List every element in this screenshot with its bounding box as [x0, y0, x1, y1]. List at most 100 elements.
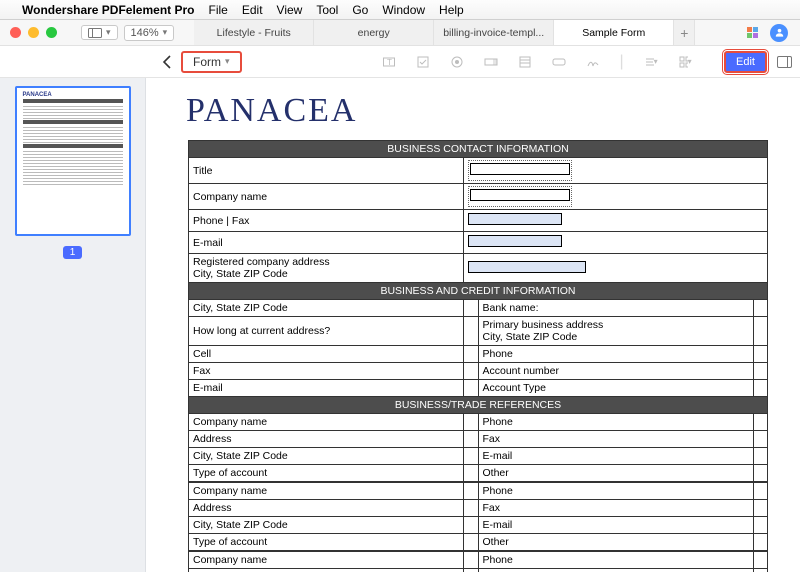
form-field[interactable] — [753, 431, 768, 448]
form-field[interactable] — [464, 465, 479, 483]
menu-go[interactable]: Go — [352, 3, 368, 17]
radio-tool-icon[interactable] — [450, 55, 464, 69]
listbox-tool-icon[interactable] — [518, 55, 532, 69]
form-field[interactable] — [464, 232, 768, 254]
signature-tool-icon[interactable] — [586, 55, 600, 69]
page-thumbnail[interactable]: PANACEA — [15, 86, 131, 236]
menu-window[interactable]: Window — [382, 3, 425, 17]
field-label: Phone — [478, 482, 753, 500]
menu-tool[interactable]: Tool — [316, 3, 338, 17]
tab-label: Sample Form — [582, 27, 645, 39]
field-label: Bank name: — [478, 300, 753, 317]
form-field[interactable] — [464, 184, 768, 210]
tab-label: billing-invoice-templ... — [443, 27, 544, 39]
tab-lifestyle[interactable]: Lifestyle - Fruits — [194, 20, 314, 45]
tab-billing[interactable]: billing-invoice-templ... — [434, 20, 554, 45]
form-field[interactable] — [753, 569, 768, 572]
textfield-tool-icon[interactable]: T — [382, 55, 396, 69]
field-label: Phone — [478, 551, 753, 569]
apps-grid-icon[interactable] — [747, 27, 758, 38]
form-field[interactable] — [753, 346, 768, 363]
mode-dropdown[interactable]: Form ▾ — [181, 51, 242, 73]
field-label: City, State ZIP Code — [189, 517, 464, 534]
form-field[interactable] — [753, 517, 768, 534]
tab-label: Lifestyle - Fruits — [217, 27, 291, 39]
pdf-page: PANACEA BUSINESS CONTACT INFORMATION Tit… — [146, 78, 800, 572]
more-tools-icon[interactable]: ▾ — [678, 55, 692, 69]
menu-view[interactable]: View — [277, 3, 303, 17]
field-label: Company name — [189, 414, 464, 431]
field-label: E-mail — [478, 448, 753, 465]
close-window-button[interactable] — [10, 27, 21, 38]
form-field[interactable] — [464, 210, 768, 232]
menu-edit[interactable]: Edit — [242, 3, 263, 17]
tab-label: energy — [358, 27, 390, 39]
button-tool-icon[interactable] — [552, 55, 566, 69]
section-header: BUSINESS/TRADE REFERENCES — [189, 397, 768, 414]
svg-text:T: T — [387, 58, 392, 67]
form-field[interactable] — [753, 500, 768, 517]
form-tool-icons: T | ▾ ▾ — [382, 53, 692, 71]
form-field[interactable] — [464, 534, 479, 552]
toggle-panel-icon[interactable] — [777, 56, 792, 68]
form-field[interactable] — [753, 380, 768, 397]
combobox-tool-icon[interactable] — [484, 55, 498, 69]
checkbox-tool-icon[interactable] — [416, 55, 430, 69]
form-field[interactable] — [464, 363, 479, 380]
form-field[interactable] — [464, 158, 768, 184]
back-button[interactable] — [154, 55, 179, 69]
field-label: E-mail — [189, 380, 464, 397]
field-label: Address — [189, 500, 464, 517]
sidebar-icon — [88, 28, 102, 38]
edit-button[interactable]: Edit — [724, 51, 767, 73]
form-field[interactable] — [464, 317, 479, 346]
form-field[interactable] — [464, 431, 479, 448]
field-label: Company name — [189, 551, 464, 569]
form-field[interactable] — [753, 551, 768, 569]
form-field[interactable] — [753, 414, 768, 431]
menu-help[interactable]: Help — [439, 3, 464, 17]
form-field[interactable] — [464, 414, 479, 431]
form-field[interactable] — [464, 569, 479, 572]
person-icon — [774, 27, 785, 38]
fullscreen-window-button[interactable] — [46, 27, 57, 38]
form-field[interactable] — [753, 482, 768, 500]
minimize-window-button[interactable] — [28, 27, 39, 38]
field-label: Phone — [478, 414, 753, 431]
form-field[interactable] — [753, 465, 768, 483]
form-field[interactable] — [464, 300, 479, 317]
sidebar-toggle[interactable]: ▾ — [81, 25, 118, 40]
user-avatar[interactable] — [770, 24, 788, 42]
field-label: Company name — [189, 184, 464, 210]
app-name[interactable]: Wondershare PDFelement Pro — [22, 3, 195, 17]
form-field[interactable] — [753, 363, 768, 380]
page-number-badge[interactable]: 1 — [63, 246, 83, 259]
form-field[interactable] — [464, 346, 479, 363]
window-titlebar: ▾ 146% ▾ Lifestyle - Fruits energy billi… — [0, 20, 800, 46]
new-tab-button[interactable]: + — [674, 20, 695, 45]
tab-energy[interactable]: energy — [314, 20, 434, 45]
chevron-left-icon — [162, 55, 171, 69]
zoom-select[interactable]: 146% ▾ — [124, 25, 175, 41]
document-area[interactable]: PANACEA BUSINESS CONTACT INFORMATION Tit… — [146, 78, 800, 572]
field-label: Phone — [478, 346, 753, 363]
form-field[interactable] — [464, 448, 479, 465]
align-tool-icon[interactable]: ▾ — [644, 55, 658, 69]
field-label: Cell — [189, 346, 464, 363]
form-field[interactable] — [753, 448, 768, 465]
form-field[interactable] — [464, 517, 479, 534]
form-field[interactable] — [753, 317, 768, 346]
field-label: City, State ZIP Code — [189, 448, 464, 465]
form-field[interactable] — [753, 300, 768, 317]
form-field[interactable] — [753, 534, 768, 552]
menu-file[interactable]: File — [209, 3, 228, 17]
form-field[interactable] — [464, 380, 479, 397]
form-field[interactable] — [464, 500, 479, 517]
field-label: Type of account — [189, 465, 464, 483]
form-field[interactable] — [464, 551, 479, 569]
document-heading: PANACEA — [186, 92, 768, 130]
tab-sample-form[interactable]: Sample Form — [554, 20, 674, 45]
form-field[interactable] — [464, 482, 479, 500]
field-label: Address — [189, 431, 464, 448]
form-field[interactable] — [464, 254, 768, 283]
